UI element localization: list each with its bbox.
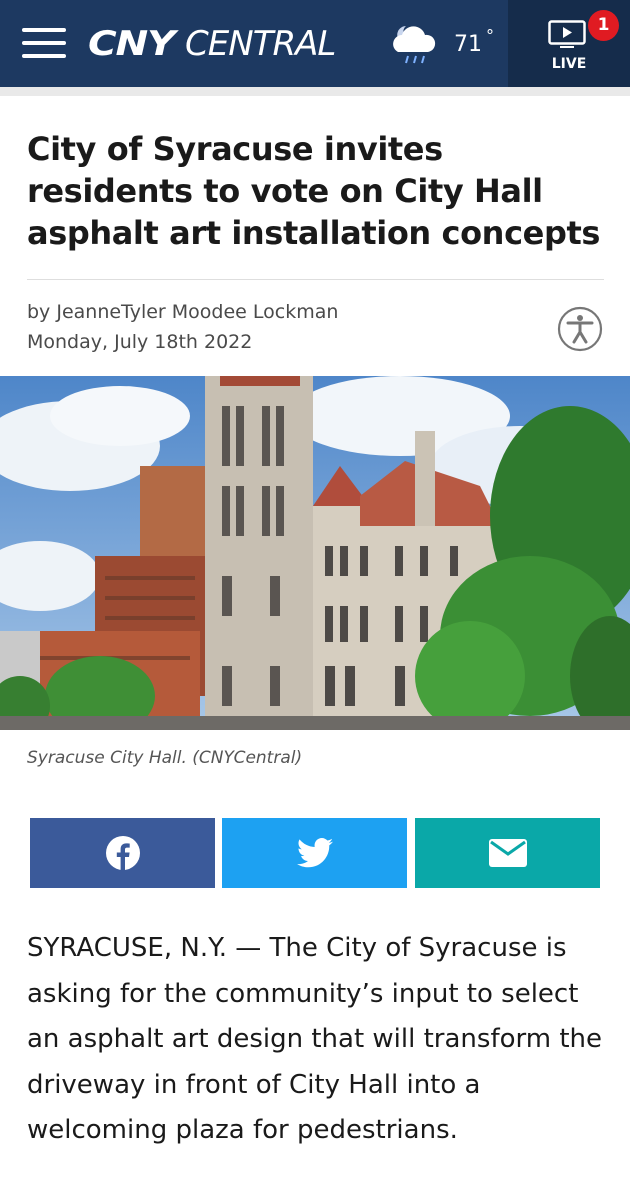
article-photo-city-hall[interactable] (0, 376, 630, 730)
menu-icon[interactable] (22, 28, 66, 58)
header-shadow-bar (0, 87, 630, 96)
live-notification-badge: 1 (588, 10, 619, 41)
share-email-button[interactable] (415, 818, 600, 888)
article-body-paragraph: SYRACUSE, N.Y. — The City of Syracuse is… (27, 933, 603, 1145)
live-video-icon (548, 20, 586, 48)
accessibility-icon[interactable] (557, 306, 603, 352)
temperature-value: 71 (454, 32, 482, 57)
share-twitter-button[interactable] (222, 818, 407, 888)
twitter-icon (296, 838, 333, 868)
live-label: LIVE (551, 56, 587, 72)
site-logo[interactable]: CNY CENTRAL (88, 22, 336, 66)
share-facebook-button[interactable] (30, 818, 215, 888)
temperature[interactable]: 71 ° (454, 26, 494, 57)
site-header: CNY CENTRAL 71 ° 1 LIVE (0, 0, 630, 87)
email-icon (488, 839, 527, 867)
article-meta: by JeanneTyler Moodee Lockman Monday, Ju… (27, 297, 338, 357)
article-date: Monday, July 18th 2022 (27, 331, 253, 353)
divider (27, 279, 604, 280)
cloud-rain-icon[interactable] (384, 16, 444, 66)
facebook-icon (105, 836, 140, 870)
temperature-unit: ° (486, 26, 494, 45)
live-button[interactable]: 1 LIVE (508, 0, 630, 87)
article-headline: City of Syracuse invites residents to vo… (27, 130, 600, 252)
image-caption: Syracuse City Hall. (CNYCentral) (27, 748, 303, 768)
logo-cny: CNY (88, 24, 175, 64)
logo-central: CENTRAL (185, 24, 336, 64)
article-byline[interactable]: by JeanneTyler Moodee Lockman (27, 297, 338, 327)
